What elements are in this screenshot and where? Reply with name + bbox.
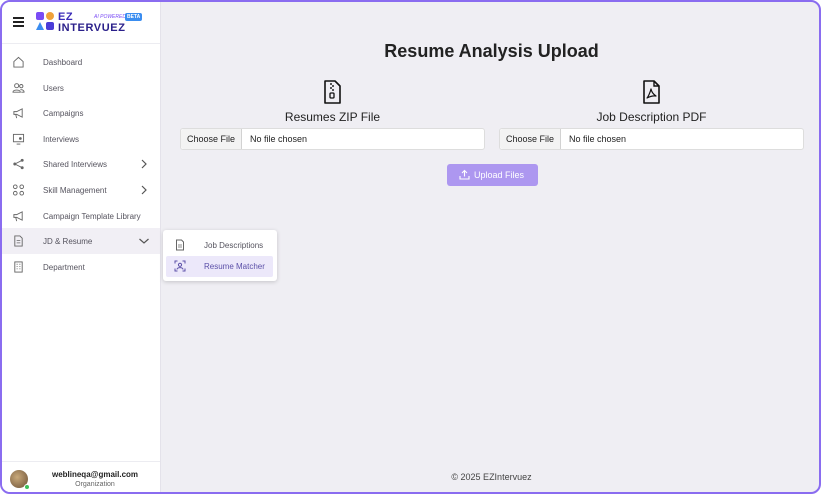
- sidebar-item-label: Shared Interviews: [43, 160, 108, 170]
- megaphone-icon: [13, 210, 23, 221]
- upload-label: Job Description PDF: [596, 110, 707, 124]
- sidebar-item-skill-management[interactable]: Skill Management: [2, 177, 160, 203]
- megaphone-icon: [13, 108, 23, 119]
- upload-files-button[interactable]: Upload Files: [447, 164, 538, 186]
- sidebar-item-campaigns[interactable]: Campaigns: [2, 100, 160, 126]
- grid-circles-icon: [12, 184, 25, 196]
- building-icon: [14, 261, 23, 273]
- document-icon: [14, 235, 23, 247]
- online-status-icon: [24, 484, 30, 490]
- sidebar-item-label: Interviews: [43, 134, 80, 144]
- sidebar-item-campaign-template-library[interactable]: Campaign Template Library: [2, 203, 160, 229]
- app-frame: EZ INTERVUEZ AI POWERED BETA Dashboard U…: [0, 0, 821, 494]
- users-icon: [12, 82, 25, 93]
- chevron-right-icon: [141, 185, 147, 195]
- beta-badge: BETA: [125, 13, 143, 21]
- sidebar-header: EZ INTERVUEZ AI POWERED BETA: [2, 2, 160, 44]
- sidebar: EZ INTERVUEZ AI POWERED BETA Dashboard U…: [2, 2, 161, 492]
- zip-file-icon: [324, 80, 341, 104]
- chevron-down-icon: [139, 238, 149, 244]
- user-role: Organization: [75, 481, 115, 488]
- main-content: Resume Analysis Upload Resumes ZIP File …: [162, 2, 819, 492]
- sidebar-item-label: JD & Resume: [43, 237, 93, 247]
- upload-label: Resumes ZIP File: [284, 110, 381, 124]
- sidebar-item-label: Department: [43, 262, 85, 272]
- sidebar-item-interviews[interactable]: Interviews: [2, 126, 160, 152]
- user-profile[interactable]: weblineqa@gmail.com Organization: [2, 461, 160, 492]
- resumes-zip-uploader: Resumes ZIP File Choose File No file cho…: [180, 80, 485, 152]
- file-status: No file chosen: [250, 134, 308, 144]
- page-title: Resume Analysis Upload: [384, 41, 599, 61]
- sidebar-item-users[interactable]: Users: [2, 75, 160, 101]
- job-description-pdf-uploader: Job Description PDF Choose File No file …: [499, 80, 804, 152]
- resumes-zip-file-input[interactable]: Choose File No file chosen: [180, 128, 485, 150]
- sidebar-item-label: Skill Management: [43, 185, 107, 195]
- brand-logo[interactable]: EZ INTERVUEZ AI POWERED BETA: [36, 11, 146, 34]
- sidebar-nav: Dashboard Users Campaigns Interviews Sha…: [2, 49, 160, 279]
- chevron-right-icon: [141, 159, 147, 169]
- brand-name: INTERVUEZ: [58, 22, 126, 34]
- job-description-pdf-file-input[interactable]: Choose File No file chosen: [499, 128, 804, 150]
- upload-icon: [459, 169, 470, 180]
- sidebar-item-label: Users: [43, 83, 64, 93]
- sidebar-item-department[interactable]: Department: [2, 254, 160, 280]
- sidebar-item-label: Dashboard: [43, 58, 83, 67]
- user-email: weblineqa@gmail.com: [51, 470, 139, 479]
- logo-shapes-icon: [36, 12, 56, 32]
- monitor-user-icon: [12, 133, 25, 145]
- choose-file-button[interactable]: Choose File: [500, 129, 562, 149]
- choose-file-button[interactable]: Choose File: [181, 129, 243, 149]
- pdf-file-icon: [643, 80, 660, 104]
- sidebar-item-jd-resume[interactable]: JD & Resume: [2, 228, 160, 254]
- copyright-footer: © 2025 EZIntervuez: [451, 472, 532, 482]
- hamburger-menu-icon[interactable]: [13, 17, 24, 27]
- brand-tagline: AI POWERED: [94, 14, 126, 20]
- share-icon: [13, 159, 24, 170]
- home-icon: [13, 56, 24, 68]
- sidebar-item-dashboard[interactable]: Dashboard: [2, 49, 160, 75]
- sidebar-item-label: Campaigns: [43, 109, 84, 119]
- sidebar-item-label: Campaign Template Library: [43, 211, 141, 221]
- upload-files-label: Upload Files: [474, 170, 525, 180]
- file-status: No file chosen: [569, 134, 627, 144]
- sidebar-item-shared-interviews[interactable]: Shared Interviews: [2, 151, 160, 177]
